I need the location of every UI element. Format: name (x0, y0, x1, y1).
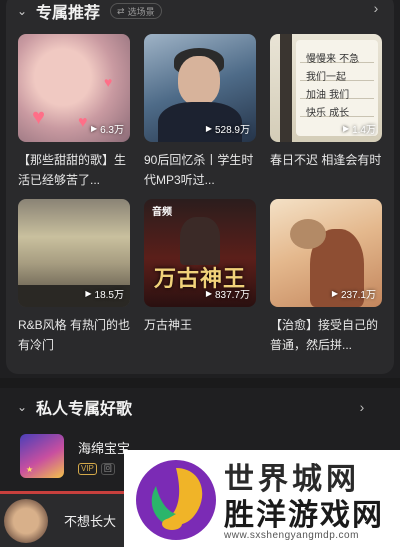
mini-player[interactable]: 不想长大 (0, 494, 124, 547)
section-title: 私人专属好歌 (36, 401, 133, 418)
playlist-card[interactable]: ▶ 237.1万 【治愈】接受自己的普通，然后拼... (270, 199, 382, 364)
section-header-recommend[interactable]: ⌄ 专属推荐 ⇄ 选场景 (14, 0, 162, 22)
cat-figure (290, 219, 326, 249)
scene-select-label: 选场景 (127, 6, 155, 17)
play-count: ▶ 1.4万 (342, 124, 376, 136)
play-count: ▶ 528.9万 (205, 124, 250, 136)
watermark: 世界城网 胜洋游戏网 www.sxshengyangmdp.com (124, 450, 400, 547)
playlist-card[interactable]: 慢慢来 不急 我们一起 加油 我们 快乐 成长 ▶ 1.4万 春日不迟 相逢会有时 (270, 34, 382, 199)
notebook-rail (280, 34, 292, 142)
playlist-card[interactable]: ▶ 528.9万 90后回忆杀丨学生时代MP3听过... (144, 34, 256, 199)
watermark-brand: 胜洋游戏网 (224, 498, 384, 533)
mini-player-cover[interactable] (4, 498, 48, 543)
playlist-card[interactable]: 音频 万古神王 ▶ 837.7万 万古神王 (144, 199, 256, 364)
song-cover[interactable]: ★ (20, 434, 64, 478)
play-icon: ▶ (331, 289, 338, 298)
heart-icon: ♥ (78, 114, 88, 131)
play-icon: ▶ (342, 124, 350, 133)
section-divider (0, 378, 400, 388)
play-icon: ▶ (205, 289, 212, 298)
playlist-grid: ♥ ♥ ♥ ▶ 6.3万 【那些甜甜的歌】生活已经够苦了... ▶ 528.9万 9… (18, 34, 384, 364)
handwriting: 慢慢来 不急 (306, 54, 360, 65)
heart-icon: ♥ (32, 104, 46, 129)
playlist-caption: 90后回忆杀丨学生时代MP3听过... (144, 153, 254, 187)
playlist-caption: 春日不迟 相逢会有时 (270, 153, 382, 167)
playlist-cover[interactable]: ▶ 528.9万 (144, 34, 256, 142)
play-count: ▶ 6.3万 (90, 124, 124, 136)
play-count: ▶ 237.1万 (331, 289, 376, 301)
playlist-caption: R&B风格 有热门的也有冷门 (18, 318, 130, 352)
song-title: 海绵宝宝 (78, 440, 131, 456)
handwriting: 我们一起 (306, 72, 346, 83)
switch-icon: ⇄ (117, 5, 125, 16)
heart-icon: ♥ (104, 74, 113, 90)
song-row[interactable]: ★ 海绵宝宝 VIP 回 (20, 432, 130, 480)
section-title: 专属推荐 (36, 5, 101, 22)
watermark-url: www.sxshengyangmdp.com (224, 530, 359, 541)
more-arrow-icon[interactable]: › (354, 399, 370, 415)
handwriting: 加油 我们 (306, 90, 350, 101)
quality-badge: 回 (100, 462, 115, 475)
play-icon: ▶ (90, 124, 98, 133)
chevron-down-icon[interactable]: ⌄ (14, 3, 30, 19)
play-count: ▶ 18.5万 (85, 289, 124, 301)
playlist-caption: 【那些甜甜的歌】生活已经够苦了... (18, 153, 127, 187)
playlist-caption: 【治愈】接受自己的普通，然后拼... (270, 318, 379, 352)
playlist-cover[interactable]: ▶ 237.1万 (270, 199, 382, 307)
section-header-private[interactable]: ⌄ 私人专属好歌 (14, 396, 132, 418)
audio-badge: 音频 (152, 207, 172, 218)
portrait-face (178, 56, 220, 106)
cover-logo: ★ (26, 465, 34, 474)
watermark-logo-icon (136, 460, 216, 540)
playlist-cover[interactable]: ▶ 18.5万 (18, 199, 130, 307)
playlist-caption: 万古神王 (144, 318, 193, 332)
play-icon: ▶ (205, 124, 212, 133)
mini-player-title: 不想长大 (64, 514, 117, 529)
more-arrow-icon[interactable]: › (368, 0, 384, 16)
playlist-card[interactable]: ▶ 18.5万 R&B风格 有热门的也有冷门 (18, 199, 130, 364)
play-count: ▶ 837.7万 (205, 289, 250, 301)
chevron-down-icon[interactable]: ⌄ (14, 399, 30, 415)
play-icon: ▶ (85, 289, 92, 298)
song-meta: 海绵宝宝 VIP 回 (78, 438, 130, 475)
handwriting: 快乐 成长 (306, 108, 350, 119)
playlist-cover[interactable]: ♥ ♥ ♥ ▶ 6.3万 (18, 34, 130, 142)
song-tags: VIP 回 (78, 462, 130, 475)
playlist-cover[interactable]: 慢慢来 不急 我们一起 加油 我们 快乐 成长 ▶ 1.4万 (270, 34, 382, 142)
playlist-card[interactable]: ♥ ♥ ♥ ▶ 6.3万 【那些甜甜的歌】生活已经够苦了... (18, 34, 130, 199)
warrior-figure (180, 217, 220, 265)
scene-select-button[interactable]: ⇄ 选场景 (110, 3, 162, 19)
vip-badge: VIP (78, 462, 97, 475)
playlist-cover[interactable]: 音频 万古神王 ▶ 837.7万 (144, 199, 256, 307)
